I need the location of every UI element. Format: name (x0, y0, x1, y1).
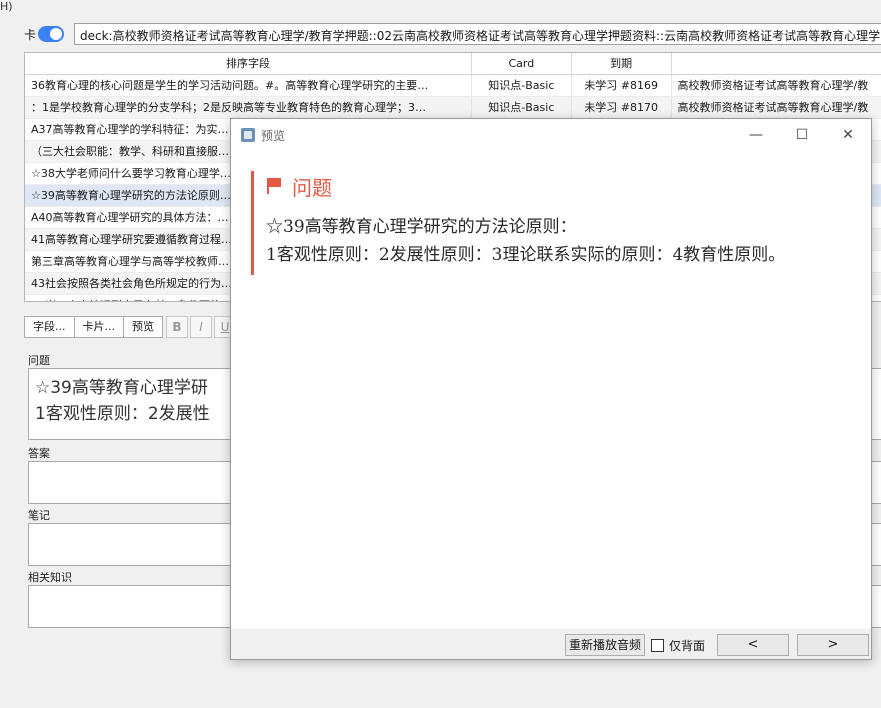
deck-cell: 高校教师资格证考试高等教育心理学/教 (672, 75, 881, 96)
cards-button[interactable]: 卡片... (73, 316, 124, 338)
replay-audio-button[interactable]: 重新播放音频 (565, 634, 646, 656)
toggle-label: 卡 (24, 27, 37, 42)
note-label: 笔记 (28, 509, 50, 522)
question-text-line-2: 1客观性原则：2发展性原则：3理论联系实际的原则：4教育性原则。 (266, 245, 786, 265)
card-type-cell: 知识点-Basic (472, 75, 572, 96)
question-block: 问题 ☆39高等教育心理学研究的方法论原则： 1客观性原则：2发展性原则：3理论… (251, 171, 851, 275)
table-header: 排序字段 Card 到期 (25, 53, 881, 75)
preview-titlebar[interactable]: 预览 — ☐ ✕ (231, 119, 871, 151)
question-heading: 问题 (266, 171, 851, 201)
header-sort-field[interactable]: 排序字段 (25, 53, 472, 74)
question-heading-text: 问题 (292, 175, 332, 200)
fields-button[interactable]: 字段... (24, 316, 75, 338)
question-text-line-1: ☆39高等教育心理学研究的方法论原则： (266, 217, 577, 237)
due-cell: 未学习 #8170 (572, 97, 672, 118)
checkbox-box[interactable] (651, 639, 664, 652)
minimize-button[interactable]: — (733, 119, 779, 151)
search-input[interactable]: deck:高校教师资格证考试高等教育心理学/教育学押题::02云南高校教师资格证… (74, 23, 881, 45)
related-label: 相关知识 (28, 571, 72, 584)
bold-button[interactable]: B (166, 316, 188, 338)
header-due[interactable]: 到期 (572, 53, 672, 74)
flag-icon (266, 177, 282, 195)
question-label: 问题 (28, 354, 50, 367)
prev-card-button[interactable]: < (717, 634, 789, 656)
card-type-cell: 知识点-Basic (472, 97, 572, 118)
table-row[interactable]: ：1是学校教育心理学的分支学科；2是反映高等专业教育特色的教育心理学；3… 知识点… (25, 97, 881, 119)
sort-field-cell: ：1是学校教育心理学的分支学科；2是反映高等专业教育特色的教育心理学；3… (25, 97, 472, 118)
app-icon (241, 128, 255, 142)
question-text: ☆39高等教育心理学研究的方法论原则： 1客观性原则：2发展性原则：3理论联系实… (266, 213, 851, 275)
close-button[interactable]: ✕ (825, 119, 871, 151)
sort-field-cell: 36教育心理的核心问题是学生的学习活动问题。#。高等教育心理学研究的主要… (25, 75, 472, 96)
answer-label: 答案 (28, 447, 50, 460)
header-card[interactable]: Card (472, 53, 572, 74)
editor-toolbar: 字段... 卡片... 预览 B I U (24, 316, 236, 338)
preview-button[interactable]: 预览 (123, 316, 163, 338)
preview-window: 预览 — ☐ ✕ 问题 ☆39高等教育心理学研究的方法论原则： 1客观性原则：2… (230, 118, 872, 660)
back-only-checkbox[interactable]: 仅背面 (651, 637, 705, 654)
preview-content: 问题 ☆39高等教育心理学研究的方法论原则： 1客观性原则：2发展性原则：3理论… (231, 151, 871, 631)
table-row[interactable]: 36教育心理的核心问题是学生的学习活动问题。#。高等教育心理学研究的主要… 知识点… (25, 75, 881, 97)
toggle-switch[interactable] (38, 26, 65, 42)
menu-fragment: H) (0, 0, 13, 13)
preview-bottom-bar: 重新播放音频 仅背面 < > (231, 629, 871, 659)
italic-button[interactable]: I (190, 316, 212, 338)
maximize-button[interactable]: ☐ (779, 119, 825, 151)
next-card-button[interactable]: > (797, 634, 869, 656)
deck-cell: 高校教师资格证考试高等教育心理学/教 (672, 97, 881, 118)
due-cell: 未学习 #8169 (572, 75, 672, 96)
header-deck[interactable] (672, 53, 881, 74)
card-note-toggle[interactable]: 卡 (24, 24, 65, 44)
preview-title: 预览 (261, 128, 286, 143)
back-only-label: 仅背面 (669, 639, 706, 653)
